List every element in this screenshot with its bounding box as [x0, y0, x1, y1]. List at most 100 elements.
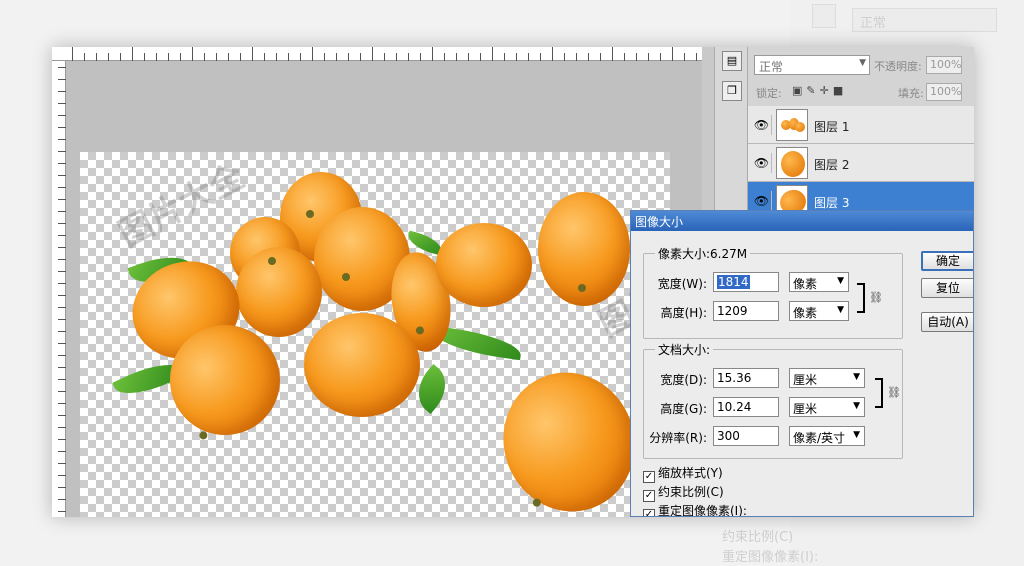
ruler-tick — [58, 295, 66, 296]
ruler-tick — [660, 53, 661, 61]
ghost-resample-label: 重定图像像素(I): — [722, 550, 819, 565]
dialog-title[interactable]: 图像大小 — [631, 211, 973, 231]
doc-height-label: 高度(G): — [660, 402, 707, 416]
kumquat — [436, 223, 532, 307]
constrain-proportions-checkbox[interactable]: ✓ 约束比例(C) — [643, 483, 724, 502]
px-width-unit-select[interactable]: 像素 ▼ — [789, 272, 849, 292]
lock-transparent-icon[interactable]: ▣ — [792, 84, 806, 97]
blend-mode-select[interactable]: 正常 ▼ — [754, 55, 870, 75]
ruler-tick — [58, 199, 66, 200]
lock-move-icon[interactable]: ✛ — [820, 84, 833, 97]
ruler-tick — [58, 487, 66, 488]
ruler-tick — [58, 67, 66, 68]
eye-icon[interactable]: 👁 — [752, 153, 772, 173]
ruler-tick — [408, 53, 409, 61]
ruler-tick — [684, 53, 685, 61]
doc-width-input[interactable]: 15.36 — [713, 368, 779, 388]
ruler-tick — [58, 403, 66, 404]
image-size-dialog: 图像大小 像素大小:6.27M 宽度(W): 1814 像素 ▼ 高度(H): 1… — [630, 210, 974, 517]
eye-icon[interactable]: 👁 — [752, 115, 772, 135]
ruler-tick — [612, 47, 613, 61]
ruler-tick — [58, 499, 66, 500]
checkmark-icon: ✓ — [643, 509, 655, 516]
px-height-label: 高度(H): — [660, 306, 707, 320]
px-height-input[interactable]: 1209 — [713, 301, 779, 321]
ruler-tick — [156, 53, 157, 61]
checkmark-icon: ✓ — [643, 490, 655, 502]
fill-input[interactable]: 100% — [926, 83, 962, 101]
kumquat — [304, 313, 420, 417]
ruler-tick — [58, 223, 66, 224]
scale-styles-checkbox[interactable]: ✓ 缩放样式(Y) — [643, 464, 723, 483]
px-width-input[interactable]: 1814 — [713, 272, 779, 292]
resolution-input[interactable]: 300 — [713, 426, 779, 446]
ruler-tick — [432, 47, 433, 61]
resolution-unit-select[interactable]: 像素/英寸 ▼ — [789, 426, 865, 446]
ruler-tick — [58, 367, 66, 368]
ruler-tick — [96, 53, 97, 61]
ruler-tick — [58, 247, 66, 248]
lock-brush-icon[interactable]: ✎ — [806, 84, 819, 97]
ruler-tick — [552, 47, 553, 61]
doc-height-unit-select[interactable]: 厘米 ▼ — [789, 397, 865, 417]
eye-icon[interactable]: 👁 — [752, 191, 772, 211]
ruler-tick — [420, 53, 421, 61]
ruler-tick — [58, 187, 66, 188]
ruler-tick — [120, 53, 121, 61]
ruler-tick — [58, 463, 66, 464]
layer-row[interactable]: 👁 图层 2 — [748, 144, 974, 182]
auto-button[interactable]: 自动(A) — [921, 312, 973, 332]
ruler-tick — [58, 391, 66, 392]
lock-icons[interactable]: ▣✎✛■ — [792, 84, 847, 97]
ruler-tick — [696, 53, 697, 61]
ruler-tick — [58, 319, 66, 320]
panel-icon[interactable]: ❐ — [722, 81, 742, 101]
document-size-label: 文档大小: — [655, 341, 714, 358]
px-width-label: 宽度(W): — [657, 277, 707, 291]
ruler-tick — [58, 343, 66, 344]
ok-button[interactable]: 确定 — [921, 251, 973, 271]
constrain-bracket — [857, 283, 865, 313]
ghost-blend-mode: 正常 — [860, 16, 887, 31]
ruler-tick — [58, 379, 66, 380]
ruler-tick — [480, 53, 481, 61]
px-height-unit-select[interactable]: 像素 ▼ — [789, 301, 849, 321]
ruler-tick — [58, 115, 66, 116]
ruler-tick — [204, 53, 205, 61]
ruler-tick — [228, 53, 229, 61]
ruler-tick — [264, 53, 265, 61]
layer-row[interactable]: 👁 图层 1 — [748, 106, 974, 144]
chevron-down-icon: ▼ — [859, 58, 866, 68]
ruler-tick — [300, 53, 301, 61]
ruler-tick — [108, 53, 109, 61]
lock-label: 锁定: — [756, 87, 782, 100]
ruler-tick — [348, 53, 349, 61]
ruler-tick — [252, 47, 253, 61]
horizontal-ruler — [52, 47, 702, 61]
ruler-tick — [58, 127, 66, 128]
ruler-tick — [58, 511, 66, 512]
ruler-tick — [444, 53, 445, 61]
ruler-tick — [648, 53, 649, 61]
doc-width-unit-select[interactable]: 厘米 ▼ — [789, 368, 865, 388]
pixel-dimensions-label: 像素大小:6.27M — [655, 245, 751, 262]
ruler-tick — [528, 53, 529, 61]
ruler-tick — [360, 53, 361, 61]
ruler-tick — [58, 103, 66, 104]
opacity-input[interactable]: 100% — [926, 56, 962, 74]
ghost-tool-button — [812, 4, 836, 28]
ruler-tick — [324, 53, 325, 61]
kumquat — [236, 247, 322, 337]
ruler-tick — [58, 283, 66, 284]
ruler-tick — [58, 175, 66, 176]
reset-button[interactable]: 复位 — [921, 278, 973, 298]
doc-height-input[interactable]: 10.24 — [713, 397, 779, 417]
ruler-tick — [58, 427, 66, 428]
ruler-tick — [58, 475, 66, 476]
lock-all-icon[interactable]: ■ — [833, 84, 847, 97]
layer-name: 图层 3 — [814, 196, 850, 210]
ruler-tick — [456, 53, 457, 61]
resample-checkbox[interactable]: ✓ 重定图像像素(I): — [643, 502, 747, 516]
panel-icon[interactable]: ▤ — [722, 51, 742, 71]
ghost-constrain-label: 约束比例(C) — [722, 530, 794, 545]
